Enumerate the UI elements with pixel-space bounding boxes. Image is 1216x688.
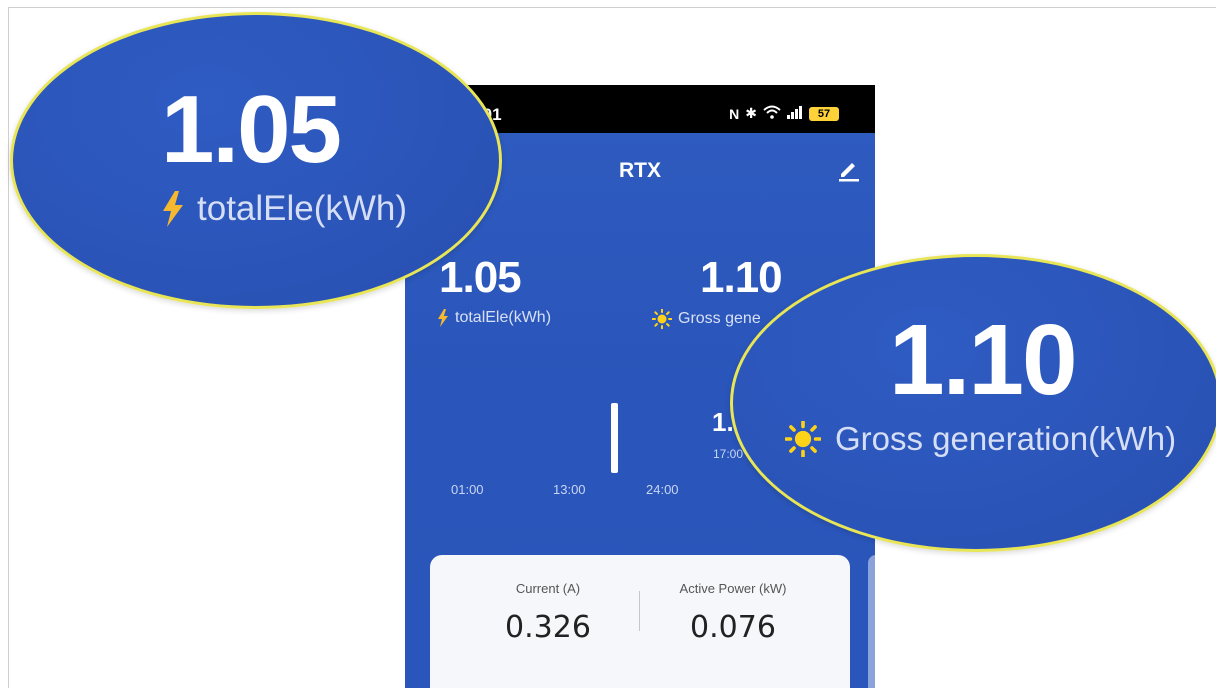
sun-icon xyxy=(652,309,672,329)
zoom-total-ele-value: 1.05 xyxy=(161,76,342,183)
status-icons: N ✱ 57 xyxy=(729,105,839,122)
chart-bar[interactable] xyxy=(611,403,618,473)
frame-left-border xyxy=(8,7,9,688)
current-value: 0.326 xyxy=(505,610,591,645)
total-ele-label: totalEle(kWh) xyxy=(455,309,552,326)
zoom-total-ele-label: totalEle(kWh) xyxy=(197,189,408,228)
x-axis-label: 13:00 xyxy=(553,482,586,497)
zoom-gross-generation-value: 1.10 xyxy=(889,304,1078,416)
wifi-icon xyxy=(763,105,781,122)
battery-icon: 57 xyxy=(809,106,839,121)
zoom-callout-gross-generation: 1.10 Gross generation(kWh) xyxy=(730,254,1216,552)
metrics-card: Current (A) 0.326 Active Power (kW) 0.07… xyxy=(430,555,850,688)
current-label: Current (A) xyxy=(515,581,581,596)
gross-generation-value: 1.10 xyxy=(700,253,783,302)
lightning-icon xyxy=(163,191,183,227)
chart-tooltip-time: 17:00 xyxy=(713,447,744,461)
total-ele-value: 1.05 xyxy=(439,253,522,302)
lightning-icon xyxy=(438,309,448,327)
gross-generation-label-partial: Gross gene xyxy=(678,310,761,327)
next-card-edge[interactable] xyxy=(868,555,875,688)
gross-generation-label-row: Gross gene xyxy=(652,309,761,329)
active-power-value: 0.076 xyxy=(690,610,776,645)
current-metric: Current (A) 0.326 xyxy=(448,581,648,645)
zoom-gross-generation-label: Gross generation(kWh) xyxy=(835,420,1177,457)
zoom-gross-generation-label-row: Gross generation(kWh) xyxy=(785,420,1176,458)
x-axis-label: 24:00 xyxy=(646,482,679,497)
pencil-icon[interactable] xyxy=(836,157,862,183)
active-power-metric: Active Power (kW) 0.076 xyxy=(633,581,833,645)
active-power-label: Active Power (kW) xyxy=(679,581,787,596)
nfc-icon: N xyxy=(729,105,740,122)
x-axis-label: 01:00 xyxy=(451,482,484,497)
total-ele-label-row: totalEle(kWh) xyxy=(437,309,551,327)
zoom-total-ele-label-row: totalEle(kWh) xyxy=(161,189,407,229)
zoom-callout-total-ele: 1.05 totalEle(kWh) xyxy=(10,12,502,309)
signal-icon xyxy=(787,105,803,122)
bluetooth-icon: ✱ xyxy=(745,105,757,121)
sun-icon xyxy=(785,421,821,457)
frame-top-border xyxy=(8,7,1216,8)
